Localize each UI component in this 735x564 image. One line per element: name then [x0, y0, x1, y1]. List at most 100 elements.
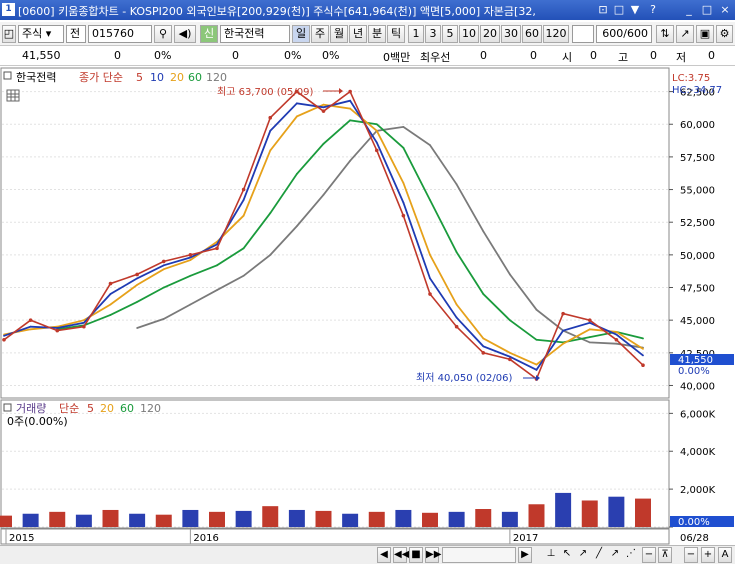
volume-bar [102, 509, 119, 527]
period-tick[interactable]: 틱 [387, 25, 405, 43]
window-title: [0600] 키움종합차트 - KOSPI200 외국인보유[200,929(천… [18, 5, 536, 18]
volume-tick-label: 2,000K [680, 485, 716, 496]
interval-20[interactable]: 20 [480, 25, 500, 43]
pin-tool-icon[interactable]: ⊥ [544, 547, 558, 563]
ma-point-5 [82, 324, 86, 329]
high-annotation: 최고 63,700 (05/09) [217, 86, 313, 98]
period-week[interactable]: 주 [311, 25, 329, 43]
ma-point-60 [136, 300, 139, 303]
ma-point-10 [242, 199, 245, 201]
price-tick-label: 55,000 [680, 186, 715, 197]
zoom-plus-button[interactable]: + [701, 547, 715, 563]
zoom-minus-button[interactable]: − [684, 547, 698, 563]
select-tool-icon[interactable]: ↖ [560, 547, 574, 563]
ma-point-20 [642, 347, 644, 350]
market-select-value: 주식 [22, 27, 43, 40]
period-month[interactable]: 월 [330, 25, 348, 43]
ma-point-20 [375, 129, 378, 132]
stock-name-value: 한국전력 [224, 27, 265, 40]
forward-button[interactable]: ▶▶ [425, 547, 441, 563]
period-year[interactable]: 년 [349, 25, 367, 43]
market-select[interactable]: 주식 ▾ [18, 25, 64, 43]
lc-label: LC:3.75 [672, 73, 710, 84]
ma-point-120 [615, 342, 618, 345]
x-tick-label: 2015 [9, 533, 34, 544]
spacer-field [572, 25, 594, 43]
close-icon[interactable]: × [718, 2, 732, 17]
settings-icon[interactable]: ⇅ [656, 25, 674, 43]
ma-point-60 [429, 199, 431, 201]
stock-badge: 신 [200, 25, 218, 43]
scroll-left-button[interactable]: ◀ [377, 547, 391, 563]
interval-30[interactable]: 30 [501, 25, 521, 43]
ma-point-10 [162, 264, 165, 267]
interval-60[interactable]: 60 [522, 25, 542, 43]
range-select[interactable]: 전 [66, 25, 86, 43]
price-legend-name: 한국전력 [16, 71, 56, 84]
collapse-button[interactable]: ⊼ [658, 547, 672, 563]
volume-axis: 6,000K 4,000K 2,000K [669, 409, 716, 528]
ma-label-120: 120 [206, 71, 227, 84]
interval-10[interactable]: 10 [459, 25, 479, 43]
config-icon[interactable]: ⚙ [716, 25, 733, 43]
ma-point-5 [215, 246, 219, 251]
bottom-scroll-bar: ◀ ◀◀ ■ ▶▶ ▶ ⊥ ↖ ↗ ╱ ↗ ⋰ − ⊼ − + A [0, 545, 735, 564]
quote-low-label: 저 [676, 51, 687, 64]
help-icon[interactable]: ? [646, 2, 660, 17]
ma-point-120 [242, 274, 245, 277]
speaker-icon[interactable]: ◀) [174, 25, 196, 43]
maximize-icon[interactable]: □ [700, 2, 714, 17]
ma-point-5 [561, 311, 565, 316]
auto-button[interactable]: A [718, 547, 732, 563]
price-legend-type: 종가 단순 [79, 71, 123, 84]
stock-code-input[interactable]: 015760 [88, 25, 152, 43]
ma-point-60 [349, 119, 352, 122]
ma-point-20 [429, 253, 431, 256]
chart-svg[interactable]: 62,50060,00057,50055,00052,50050,00047,5… [0, 67, 735, 545]
ma-point-20 [109, 303, 112, 306]
interval-3[interactable]: 3 [425, 25, 441, 43]
interval-5[interactable]: 5 [442, 25, 458, 43]
restore-icon[interactable]: ⊡ [596, 2, 610, 17]
stop-button[interactable]: ■ [409, 547, 423, 563]
price-tick-label: 60,000 [680, 120, 715, 131]
grid-table-icon[interactable] [6, 89, 20, 102]
search-icon[interactable]: ⚲ [154, 25, 172, 43]
stock-name-field[interactable]: 한국전력 [220, 25, 290, 43]
ma-point-60 [588, 336, 591, 339]
trend-tool-icon[interactable]: ↗ [576, 547, 590, 563]
ray-tool-icon[interactable]: ↗ [608, 547, 622, 563]
pin-down-icon[interactable]: ▼ [628, 2, 642, 17]
x-axis-frame [0, 528, 670, 545]
ma-point-20 [322, 103, 325, 106]
scroll-track[interactable] [442, 547, 516, 563]
minimize-icon[interactable]: _ [682, 2, 696, 17]
ma-point-20 [562, 342, 565, 345]
quote-v1: 0 [232, 49, 239, 62]
ma-label-20: 20 [170, 71, 184, 84]
period-day[interactable]: 일 [292, 25, 310, 43]
rewind-button[interactable]: ◀◀ [393, 547, 409, 563]
quote-open: 0 [590, 49, 597, 62]
ma-point-5 [348, 89, 352, 94]
compare-icon[interactable]: ↗ [676, 25, 694, 43]
interval-1[interactable]: 1 [408, 25, 424, 43]
ma-point-20 [482, 337, 485, 340]
pin-icon[interactable]: □ [612, 2, 626, 17]
zoom-out-button[interactable]: − [642, 547, 656, 563]
fan-tool-icon[interactable]: ⋰ [624, 547, 638, 563]
chart-area[interactable]: 62,500 60,000 57,500 55,000 52,500 50,000 47,5… [0, 67, 735, 545]
scroll-right-button[interactable]: ▶ [518, 547, 532, 563]
ma-point-10 [82, 321, 85, 324]
save-icon[interactable]: ▣ [696, 25, 714, 43]
ma-point-20 [29, 328, 32, 331]
line-tool-icon[interactable]: ╱ [592, 547, 606, 563]
count-field[interactable]: 600/600 [596, 25, 652, 43]
interval-120[interactable]: 120 [543, 25, 569, 43]
volume-legend-name: 거래량 [16, 402, 46, 415]
volume-bar [182, 509, 199, 527]
volume-tick-label: 6,000K [680, 409, 716, 420]
period-minute[interactable]: 분 [368, 25, 386, 43]
quote-change-pct: 0% [154, 49, 172, 62]
menu-icon[interactable]: ◰ [2, 25, 16, 43]
